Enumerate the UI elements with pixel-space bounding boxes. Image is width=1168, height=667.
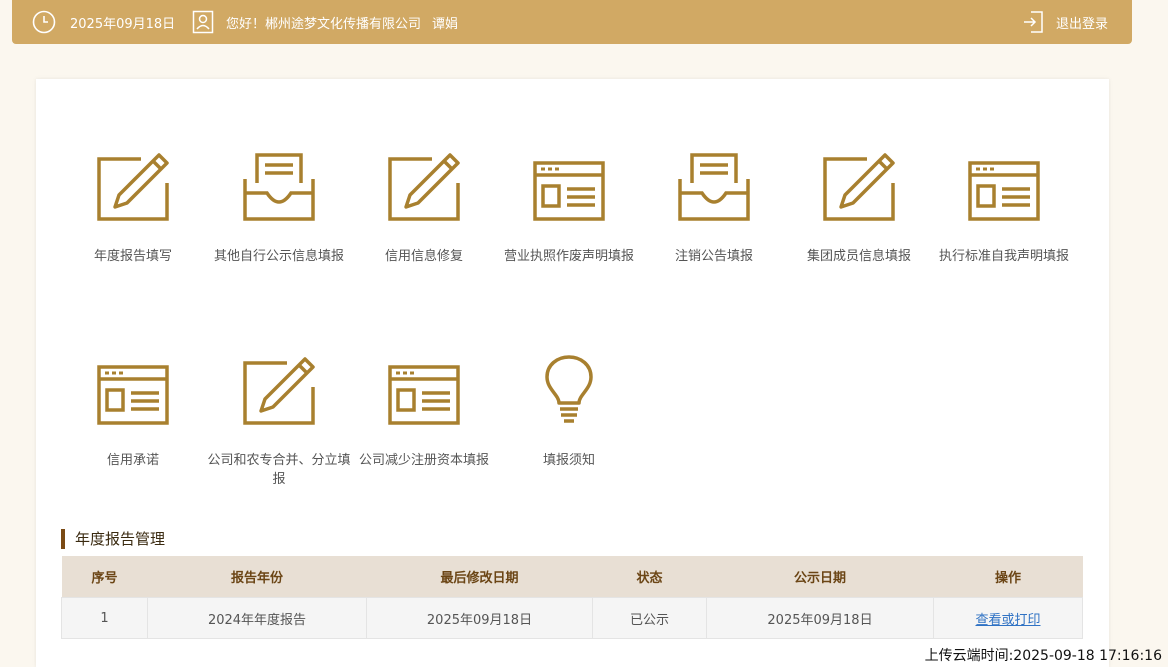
tile-label: 信用信息修复 bbox=[384, 249, 463, 264]
tile-other-disclosure[interactable]: 其他自行公示信息填报 bbox=[206, 149, 352, 266]
logout-button[interactable]: 退出登录 bbox=[1022, 0, 1108, 44]
annual-report-table: 序号 报告年份 最后修改日期 状态 公示日期 操作 1 2024年年度报告 20… bbox=[61, 556, 1083, 639]
user-card-icon bbox=[192, 0, 214, 44]
inbox-tray-icon bbox=[641, 149, 787, 221]
table-row: 1 2024年年度报告 2025年09月18日 已公示 2025年09月18日 … bbox=[61, 597, 1083, 639]
view-print-link[interactable]: 查看或打印 bbox=[975, 613, 1040, 628]
cell-no: 1 bbox=[61, 597, 148, 639]
tile-label: 注销公告填报 bbox=[674, 249, 753, 264]
tile-label: 集团成员信息填报 bbox=[806, 249, 911, 264]
tile-group-members[interactable]: 集团成员信息填报 bbox=[786, 149, 932, 266]
web-form-icon bbox=[931, 149, 1077, 221]
col-header: 最后修改日期 bbox=[366, 556, 593, 598]
tile-capital-reduction[interactable]: 公司减少注册资本填报 bbox=[351, 353, 497, 470]
user-name: 谭娟 bbox=[432, 16, 459, 32]
web-form-icon bbox=[351, 353, 497, 425]
web-form-icon bbox=[496, 149, 642, 221]
tile-credit-repair[interactable]: 信用信息修复 bbox=[351, 149, 497, 266]
tile-label: 营业执照作废声明填报 bbox=[503, 249, 634, 264]
col-header: 公示日期 bbox=[706, 556, 934, 598]
tile-label: 公司减少注册资本填报 bbox=[358, 453, 489, 468]
tile-filing-instructions[interactable]: 填报须知 bbox=[496, 353, 642, 470]
upload-time: 上传云端时间:2025-09-18 17:16:16 bbox=[924, 648, 1162, 664]
tile-label: 年度报告填写 bbox=[93, 249, 172, 264]
web-form-icon bbox=[60, 353, 206, 425]
section-title: 年度报告管理 bbox=[61, 529, 165, 549]
tile-annual-report[interactable]: 年度报告填写 bbox=[60, 149, 206, 266]
tile-license-void[interactable]: 营业执照作废声明填报 bbox=[496, 149, 642, 266]
clock-icon bbox=[32, 0, 56, 44]
header-date: 2025年09月18日 bbox=[70, 16, 176, 32]
cell-modified: 2025年09月18日 bbox=[366, 597, 593, 639]
lightbulb-icon bbox=[496, 353, 642, 425]
col-header: 状态 bbox=[592, 556, 707, 598]
cell-action: 查看或打印 bbox=[933, 597, 1083, 639]
tile-merger-split[interactable]: 公司和农专合并、分立填报 bbox=[206, 353, 352, 489]
tile-cancellation-notice[interactable]: 注销公告填报 bbox=[641, 149, 787, 266]
inbox-tray-icon bbox=[206, 149, 352, 221]
tile-label: 填报须知 bbox=[542, 453, 595, 468]
logout-icon bbox=[1024, 11, 1043, 33]
col-header: 报告年份 bbox=[147, 556, 367, 598]
edit-pencil-icon bbox=[206, 353, 352, 425]
top-bar: 2025年09月18日 您好！郴州途梦文化传播有限公司 谭娟 退出登录 bbox=[12, 0, 1132, 44]
tile-label: 公司和农专合并、分立填报 bbox=[207, 453, 351, 487]
greeting: 您好！郴州途梦文化传播有限公司 bbox=[226, 16, 422, 32]
edit-pencil-icon bbox=[786, 149, 932, 221]
tile-label: 执行标准自我声明填报 bbox=[938, 249, 1069, 264]
edit-pencil-icon bbox=[60, 149, 206, 221]
cell-public-date: 2025年09月18日 bbox=[706, 597, 934, 639]
tile-label: 其他自行公示信息填报 bbox=[213, 249, 344, 264]
table-header-row: 序号 报告年份 最后修改日期 状态 公示日期 操作 bbox=[61, 556, 1083, 598]
logout-label: 退出登录 bbox=[1056, 16, 1109, 32]
cell-status: 已公示 bbox=[592, 597, 707, 639]
col-header: 操作 bbox=[933, 556, 1083, 598]
col-header: 序号 bbox=[61, 556, 148, 598]
tile-label: 信用承诺 bbox=[106, 453, 159, 468]
main-card: 年度报告填写 其他自行公示信息填报 信用信息修复 营业执照作废声明填报 注销公告… bbox=[36, 79, 1109, 667]
tile-credit-commitment[interactable]: 信用承诺 bbox=[60, 353, 206, 470]
cell-year: 2024年年度报告 bbox=[147, 597, 367, 639]
edit-pencil-icon bbox=[351, 149, 497, 221]
tile-standard-declaration[interactable]: 执行标准自我声明填报 bbox=[931, 149, 1077, 266]
